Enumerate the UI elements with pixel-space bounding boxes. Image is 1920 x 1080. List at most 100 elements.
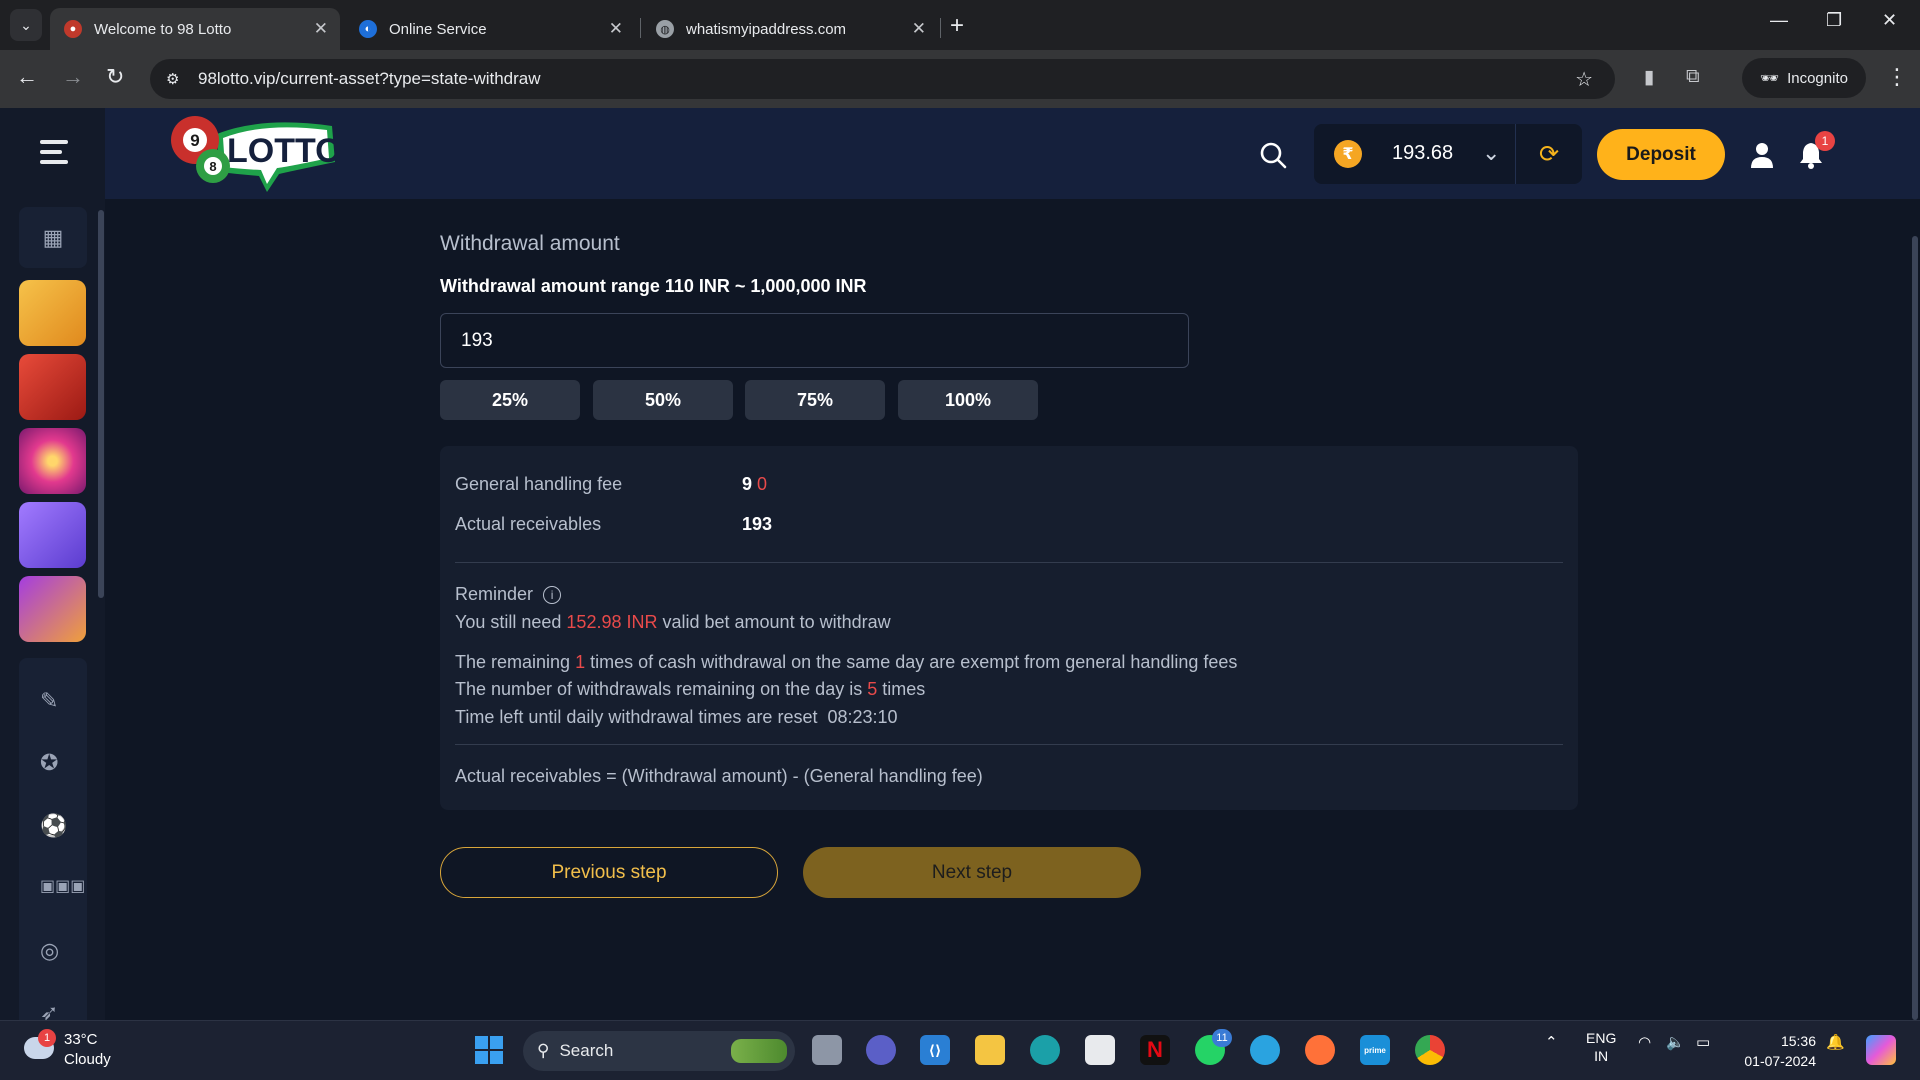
- sidebar-promo-gift[interactable]: [19, 280, 86, 346]
- divider: [455, 562, 1563, 563]
- sidebar-item-casino[interactable]: ▦: [19, 207, 87, 268]
- balance-amount: 193.68: [1392, 142, 1454, 164]
- award-icon[interactable]: ✪: [40, 750, 58, 776]
- reminder-withdrawals-left: The number of withdrawals remaining on t…: [455, 679, 926, 699]
- windows-start-icon[interactable]: [474, 1035, 504, 1065]
- task-view-icon[interactable]: [812, 1035, 842, 1065]
- netflix-icon[interactable]: N: [1140, 1035, 1170, 1065]
- vscode-icon[interactable]: ⟨⟩: [920, 1035, 950, 1065]
- handling-fee-value: 9 0: [742, 474, 768, 494]
- refresh-balance-icon[interactable]: ⟳: [1515, 124, 1582, 184]
- tab-divider: [940, 18, 941, 38]
- file-explorer-icon[interactable]: [975, 1035, 1005, 1065]
- show-hidden-icons[interactable]: ⌃: [1545, 1033, 1558, 1051]
- site-info-icon[interactable]: ⚙: [166, 70, 188, 88]
- logo-wordmark: LOTTO: [227, 132, 337, 170]
- battery-icon[interactable]: ▭: [1696, 1033, 1710, 1051]
- weather-badge: 1: [38, 1029, 56, 1047]
- notification-center-icon[interactable]: 🔔: [1826, 1033, 1845, 1051]
- wifi-icon[interactable]: ◠: [1638, 1033, 1651, 1051]
- deposit-button[interactable]: Deposit: [1597, 129, 1725, 180]
- ticket-icon[interactable]: ✎: [40, 688, 58, 714]
- whatsapp-badge: 11: [1212, 1029, 1232, 1047]
- divider: [455, 744, 1563, 745]
- edge-browser-icon[interactable]: [1030, 1035, 1060, 1065]
- extension-icon[interactable]: ▮: [1644, 66, 1654, 89]
- tab-98lotto[interactable]: ● Welcome to 98 Lotto ✕: [50, 8, 340, 50]
- system-clock[interactable]: 15:36 01-07-2024: [1736, 1031, 1816, 1071]
- incognito-icon: 🕶: [1760, 70, 1780, 87]
- address-bar[interactable]: ⚙ 98lotto.vip/current-asset?type=state-w…: [150, 59, 1615, 99]
- incognito-indicator[interactable]: 🕶 Incognito: [1742, 58, 1866, 98]
- search-highlight-image: [731, 1039, 787, 1063]
- slots-777-icon[interactable]: ▣▣▣: [40, 876, 85, 896]
- sidebar-scrollbar[interactable]: [98, 210, 104, 598]
- close-tab-icon[interactable]: ✕: [609, 19, 623, 39]
- minimize-icon[interactable]: —: [1770, 10, 1788, 31]
- extensions-puzzle-icon[interactable]: ⧉: [1686, 66, 1700, 88]
- browser-menu-icon[interactable]: ⋮: [1886, 64, 1908, 90]
- tab-online-service[interactable]: ◐ Online Service ✕: [345, 8, 635, 50]
- telegram-icon[interactable]: [1250, 1035, 1280, 1065]
- info-icon[interactable]: i: [543, 586, 562, 605]
- previous-step-button[interactable]: Previous step: [440, 847, 778, 898]
- percent-25-button[interactable]: 25%: [440, 380, 580, 420]
- chrome-icon[interactable]: [1415, 1035, 1445, 1065]
- handling-fee-label: General handling fee: [455, 474, 623, 494]
- user-profile-icon[interactable]: [1750, 141, 1774, 169]
- receivables-value: 193: [742, 514, 773, 534]
- tab-title: Welcome to 98 Lotto: [94, 20, 232, 38]
- amount-value: 193: [461, 329, 493, 351]
- soccer-ball-icon[interactable]: ⚽: [40, 813, 67, 839]
- prime-video-icon[interactable]: prime: [1360, 1035, 1390, 1065]
- close-tab-icon[interactable]: ✕: [314, 19, 328, 39]
- notification-badge: 1: [1815, 131, 1835, 151]
- reminder-valid-bet: You still need 152.98 INR valid bet amou…: [455, 612, 891, 632]
- withdrawal-amount-input[interactable]: 193: [440, 313, 1189, 368]
- weather-description[interactable]: Cloudy: [64, 1051, 111, 1068]
- taskbar-search-label: Search: [559, 1041, 614, 1060]
- sidebar-promo-spin-wheel[interactable]: [19, 428, 86, 494]
- close-tab-icon[interactable]: ✕: [912, 19, 926, 39]
- windows-taskbar: 1 33°C Cloudy ⚲ Search ⟨⟩ N 11 prime ⌃ E…: [0, 1020, 1920, 1080]
- 98lotto-logo[interactable]: 9 8 LOTTO: [167, 112, 337, 194]
- chevron-down-icon[interactable]: ⌄: [1482, 140, 1500, 166]
- restore-icon[interactable]: ❐: [1826, 10, 1842, 31]
- hamburger-menu-icon[interactable]: [40, 140, 68, 170]
- reminder-heading: Reminder i: [455, 584, 562, 605]
- bookmark-star-icon[interactable]: ☆: [1575, 67, 1593, 92]
- next-step-button[interactable]: Next step: [803, 847, 1141, 898]
- tab-whatismyip[interactable]: ◍ whatismyipaddress.com ✕: [642, 8, 938, 50]
- sidebar-promo-calendar[interactable]: [19, 502, 86, 568]
- wallet-balance[interactable]: ₹ 193.68 ⌄ ⟳: [1314, 124, 1582, 184]
- forward-icon[interactable]: →: [62, 64, 84, 90]
- volume-icon[interactable]: 🔈: [1666, 1033, 1685, 1051]
- url-text[interactable]: 98lotto.vip/current-asset?type=state-wit…: [198, 69, 541, 89]
- slot-machine-icon: ▦: [42, 224, 64, 250]
- percent-75-button[interactable]: 75%: [745, 380, 885, 420]
- taskbar-search[interactable]: ⚲ Search: [523, 1031, 795, 1071]
- new-tab-button[interactable]: +: [950, 12, 964, 40]
- close-window-icon[interactable]: ✕: [1882, 10, 1897, 31]
- tab-title: whatismyipaddress.com: [686, 20, 847, 38]
- tab-search-button[interactable]: ⌄: [10, 9, 42, 41]
- page-scrollbar[interactable]: [1912, 236, 1918, 1020]
- browser-toolbar: ← → ↻ ⚙ 98lotto.vip/current-asset?type=s…: [0, 50, 1920, 108]
- reload-icon[interactable]: ↻: [106, 64, 124, 90]
- gamepad-icon[interactable]: ◎: [40, 938, 59, 964]
- copilot-icon[interactable]: [1866, 1035, 1896, 1065]
- svg-text:9: 9: [190, 131, 199, 150]
- back-icon[interactable]: ←: [16, 64, 38, 90]
- globe-icon: ◍: [656, 20, 674, 38]
- sidebar-promo-bonus-bag[interactable]: [19, 354, 86, 420]
- language-indicator[interactable]: ENG IN: [1586, 1029, 1616, 1065]
- microsoft-store-icon[interactable]: [1085, 1035, 1115, 1065]
- search-icon[interactable]: [1258, 140, 1288, 170]
- teams-chat-icon[interactable]: [866, 1035, 896, 1065]
- sidebar-promo-characters[interactable]: [19, 576, 86, 642]
- percent-50-button[interactable]: 50%: [593, 380, 733, 420]
- firefox-icon[interactable]: [1305, 1035, 1335, 1065]
- reminder-reset-timer: Time left until daily withdrawal times a…: [455, 707, 898, 727]
- weather-temperature[interactable]: 33°C: [64, 1031, 98, 1048]
- percent-100-button[interactable]: 100%: [898, 380, 1038, 420]
